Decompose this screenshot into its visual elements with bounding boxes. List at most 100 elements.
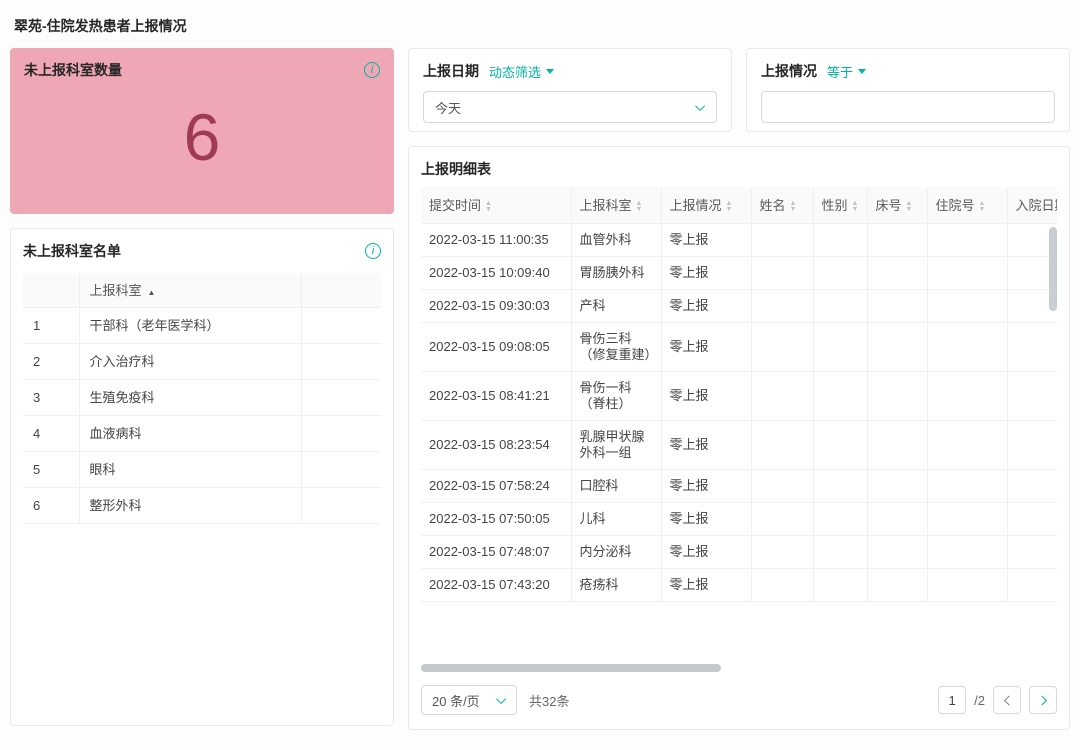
- dept-table-body: 1 干部科（老年医学科） 2 介入治疗科 3 生殖免疫科 4 血液病科 5 眼科…: [23, 307, 381, 524]
- info-icon[interactable]: [365, 243, 381, 259]
- cell-admission-no: [927, 256, 1008, 290]
- page-header: 翠苑-住院发热患者上报情况: [0, 0, 1080, 48]
- cell-name: [751, 535, 814, 569]
- caret-down-icon: [546, 68, 555, 74]
- dept-table-row: 1 干部科（老年医学科）: [23, 307, 381, 344]
- column-label: 性别: [821, 198, 848, 214]
- left-column: 未上报科室数量 6 未上报科室名单 上报科室: [10, 48, 394, 726]
- cell-name: [751, 289, 814, 323]
- cell-sex: [813, 289, 868, 323]
- info-icon[interactable]: [364, 62, 380, 78]
- unreported-count-card: 未上报科室数量 6: [10, 48, 394, 214]
- dept-row-name: 生殖免疫科: [79, 379, 302, 416]
- page-title: 翠苑-住院发热患者上报情况: [14, 18, 187, 34]
- column-header-admit-date[interactable]: 入院日期: [1007, 187, 1057, 224]
- date-filter-value: 今天: [435, 100, 462, 116]
- report-detail-card: 上报明细表 提交时间 上报科室 上报情况 姓名 性别: [408, 146, 1070, 730]
- column-header-bed[interactable]: 床号: [867, 187, 928, 224]
- date-filter-select[interactable]: 今天: [423, 91, 717, 123]
- cell-admission-no: [927, 420, 1008, 470]
- date-filter-mode-link[interactable]: 动态筛选: [489, 62, 555, 81]
- cell-name: [751, 502, 814, 536]
- dept-row-index: 5: [23, 451, 80, 488]
- dept-table-header-row: 上报科室: [23, 273, 381, 308]
- date-filter-label: 上报日期: [423, 63, 479, 79]
- dept-row-empty: [301, 343, 381, 380]
- main-layout: 未上报科室数量 6 未上报科室名单 上报科室: [0, 48, 1080, 730]
- cell-report-status: 零上报: [661, 469, 752, 503]
- dept-row-index: 1: [23, 307, 80, 344]
- sorter-icon: [790, 201, 797, 213]
- sort-ascending-icon: [148, 288, 156, 297]
- cell-report-dept: 口腔科: [571, 469, 662, 503]
- dept-row-index: 2: [23, 343, 80, 380]
- status-filter-inputbox: [761, 91, 1055, 123]
- status-filter-input[interactable]: [773, 99, 1043, 115]
- cell-name: [751, 568, 814, 602]
- cell-bed: [867, 502, 928, 536]
- column-header-submit-time[interactable]: 提交时间: [421, 187, 572, 224]
- detail-table-header-row: 提交时间 上报科室 上报情况 姓名 性别 床号 住院号 入院日期: [421, 187, 1057, 224]
- cell-sex: [813, 469, 868, 503]
- dept-column-label: 上报科室: [89, 283, 142, 299]
- cell-submit-time: 2022-03-15 10:09:40: [421, 256, 572, 290]
- cell-bed: [867, 371, 928, 421]
- report-status-filter-card: 上报情况 等于: [746, 48, 1070, 132]
- current-page-box[interactable]: 1: [938, 686, 967, 714]
- column-label: 上报科室: [579, 198, 632, 214]
- cell-admit-date: [1007, 371, 1057, 421]
- dept-row-empty: [301, 415, 381, 452]
- cell-report-dept: 血管外科: [571, 223, 662, 257]
- date-filter-header: 上报日期 动态筛选: [423, 61, 717, 81]
- cell-report-status: 零上报: [661, 322, 752, 372]
- column-label: 住院号: [935, 198, 975, 214]
- cell-name: [751, 322, 814, 372]
- column-header-name[interactable]: 姓名: [751, 187, 814, 224]
- cell-report-dept: 产科: [571, 289, 662, 323]
- dept-row-name: 整形外科: [79, 487, 302, 524]
- dept-row-name: 介入治疗科: [79, 343, 302, 380]
- detail-table-body: 2022-03-15 11:00:35 血管外科 零上报 2022-03-15 …: [421, 223, 1057, 602]
- filters-row: 上报日期 动态筛选 今天 上报情况 等于: [408, 48, 1070, 132]
- caret-down-icon: [858, 68, 867, 74]
- cell-report-dept: 内分泌科: [571, 535, 662, 569]
- detail-table-row: 2022-03-15 07:48:07 内分泌科 零上报: [421, 535, 1057, 569]
- cell-bed: [867, 469, 928, 503]
- report-date-filter-card: 上报日期 动态筛选 今天: [408, 48, 732, 132]
- detail-table-row: 2022-03-15 07:43:20 疮疡科 零上报: [421, 568, 1057, 602]
- status-filter-mode-link[interactable]: 等于: [827, 62, 867, 81]
- detail-table-viewport: 提交时间 上报科室 上报情况 姓名 性别 床号 住院号 入院日期 2022-: [421, 187, 1057, 661]
- summary-card-header: 未上报科室数量: [24, 60, 380, 80]
- dept-column-header[interactable]: 上报科室: [79, 273, 302, 308]
- prev-page-button[interactable]: [993, 686, 1021, 714]
- column-header-sex[interactable]: 性别: [813, 187, 868, 224]
- chevron-left-icon: [1003, 695, 1014, 705]
- summary-card-title: 未上报科室数量: [24, 62, 122, 78]
- cell-admission-no: [927, 322, 1008, 372]
- cell-name: [751, 420, 814, 470]
- dept-row-name: 眼科: [79, 451, 302, 488]
- dept-card-title: 未上报科室名单: [23, 243, 121, 259]
- cell-submit-time: 2022-03-15 09:30:03: [421, 289, 572, 323]
- next-page-button[interactable]: [1029, 686, 1057, 714]
- cell-submit-time: 2022-03-15 08:41:21: [421, 371, 572, 421]
- horizontal-scrollbar-thumb[interactable]: [421, 664, 721, 672]
- cell-submit-time: 2022-03-15 08:23:54: [421, 420, 572, 470]
- page-size-select[interactable]: 20 条/页: [421, 685, 517, 715]
- cell-sex: [813, 420, 868, 470]
- dept-row-empty: [301, 307, 381, 344]
- chevron-down-icon: [496, 693, 507, 704]
- column-header-report-dept[interactable]: 上报科室: [571, 187, 662, 224]
- detail-table-footer: 20 条/页 共32条 1 /2: [421, 673, 1057, 715]
- chevron-down-icon: [695, 100, 706, 111]
- dept-row-empty: [301, 487, 381, 524]
- cell-report-dept: 骨伤一科（脊柱）: [571, 371, 662, 421]
- column-header-report-status[interactable]: 上报情况: [661, 187, 752, 224]
- status-filter-header: 上报情况 等于: [761, 61, 1055, 81]
- vertical-scrollbar-thumb[interactable]: [1049, 227, 1057, 311]
- cell-report-status: 零上报: [661, 223, 752, 257]
- column-header-admission-no[interactable]: 住院号: [927, 187, 1008, 224]
- cell-report-status: 零上报: [661, 371, 752, 421]
- cell-name: [751, 469, 814, 503]
- cell-sex: [813, 256, 868, 290]
